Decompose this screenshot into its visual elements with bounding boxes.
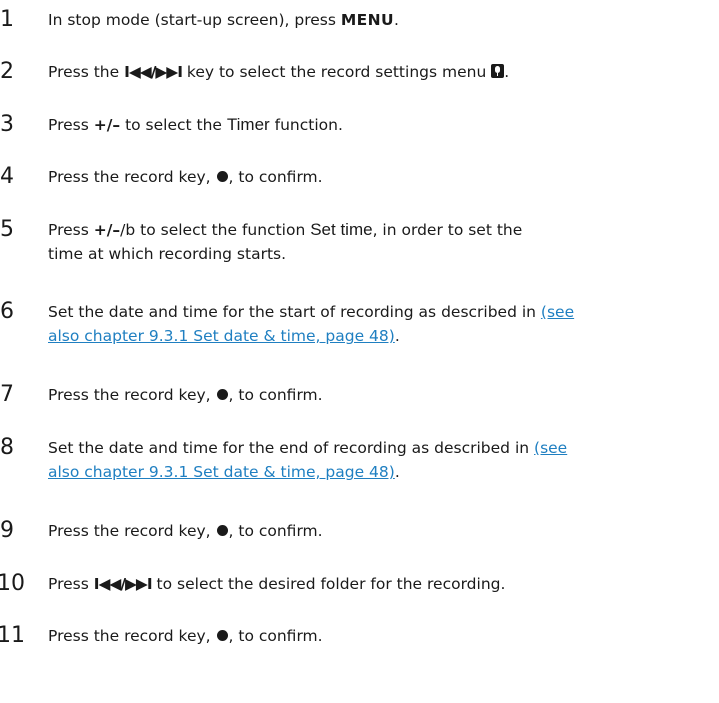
- step-text-part: .: [394, 11, 399, 29]
- cross-reference-link[interactable]: also chapter 9.3.1 Set date & time, page…: [48, 463, 395, 481]
- step-text-part: , to confirm.: [228, 522, 323, 540]
- step-text-part: Set the date and time for the end of rec…: [48, 439, 535, 457]
- step-text: Press I◀◀/▶▶I to select the desired fold…: [48, 572, 716, 596]
- step-text-part: , to confirm.: [228, 168, 323, 186]
- step-text-part: Press the record key,: [48, 627, 216, 645]
- step-text-part: function.: [269, 116, 343, 134]
- step-number: 4: [0, 164, 14, 189]
- record-dot-icon: [216, 171, 228, 182]
- step-text: Press the record key, , to confirm.: [48, 519, 716, 543]
- skip-key-icon: I◀◀/▶▶I: [93, 575, 153, 593]
- microphone-icon: [491, 64, 505, 78]
- step-text-part: , to confirm.: [228, 627, 323, 645]
- step-text-part: Press: [48, 221, 94, 239]
- step-text-part: Set the date and time for the start of r…: [48, 303, 541, 321]
- cross-reference-link[interactable]: (see: [541, 303, 574, 321]
- record-dot-icon: [216, 525, 228, 536]
- step-number: 9: [0, 518, 14, 543]
- step-text: Press the record key, , to confirm.: [48, 624, 716, 648]
- step-text-part: to select the: [120, 116, 227, 134]
- skip-key-icon: I◀◀/▶▶I: [124, 63, 183, 81]
- step-number: 2: [0, 59, 14, 84]
- step-text-part: time at which recording starts.: [48, 245, 287, 263]
- step-text-part: .: [394, 463, 400, 481]
- step-number: 3: [0, 112, 14, 137]
- cross-reference-link[interactable]: (see: [534, 439, 567, 457]
- step-text-part: .: [394, 327, 400, 345]
- step-number: 5: [0, 217, 14, 242]
- step-text-part: In stop mode (start-up screen), press: [48, 11, 341, 29]
- step-text-part: , to confirm.: [228, 386, 323, 404]
- record-dot-icon: [216, 630, 228, 641]
- step-number: 10: [0, 571, 25, 596]
- step-text-part: key to select the record settings menu: [181, 63, 492, 81]
- step-text: Press +/– to select the Timer function.: [48, 113, 716, 137]
- step-text-part: Press the record key,: [48, 522, 216, 540]
- step-text: Press the I◀◀/▶▶I key to select the reco…: [48, 60, 716, 84]
- step-text: Press the record key, , to confirm.: [48, 383, 716, 407]
- step-text-part: Press: [48, 575, 94, 593]
- step-number: 11: [0, 623, 25, 648]
- cross-reference-link[interactable]: also chapter 9.3.1 Set date & time, page…: [48, 327, 395, 345]
- step-number: 1: [0, 7, 14, 32]
- step-text: Set the date and time for the start of r…: [48, 300, 716, 348]
- step-text-part: .: [504, 63, 510, 81]
- plus-minus-key-label: +/–: [93, 116, 121, 134]
- record-dot-icon: [216, 389, 228, 400]
- step-text: Press +/–/b to select the function Set t…: [48, 218, 716, 266]
- step-text: In stop mode (start-up screen), press ME…: [48, 8, 716, 32]
- plus-minus-key-label: +/–: [93, 221, 121, 239]
- step-number: 6: [0, 299, 14, 324]
- step-text-part: , in order to set the: [372, 221, 523, 239]
- step-text-part: to select the desired folder for the rec…: [151, 575, 506, 593]
- step-number: 8: [0, 435, 14, 460]
- set-time-function-label: Set time: [310, 220, 373, 239]
- step-text: Set the date and time for the end of rec…: [48, 436, 716, 484]
- menu-key-label: MENU: [340, 11, 395, 29]
- timer-function-label: Timer: [226, 115, 270, 134]
- step-text: Press the record key, , to confirm.: [48, 165, 716, 189]
- step-text-part: Press the record key,: [48, 168, 216, 186]
- step-text-part: Press the: [48, 63, 125, 81]
- instruction-steps: 1 In stop mode (start-up screen), press …: [0, 0, 719, 703]
- step-number: 7: [0, 382, 14, 407]
- step-text-part: Press the record key,: [48, 386, 216, 404]
- step-text-part: Press: [48, 116, 94, 134]
- step-text-part: /b to select the function: [120, 221, 311, 239]
